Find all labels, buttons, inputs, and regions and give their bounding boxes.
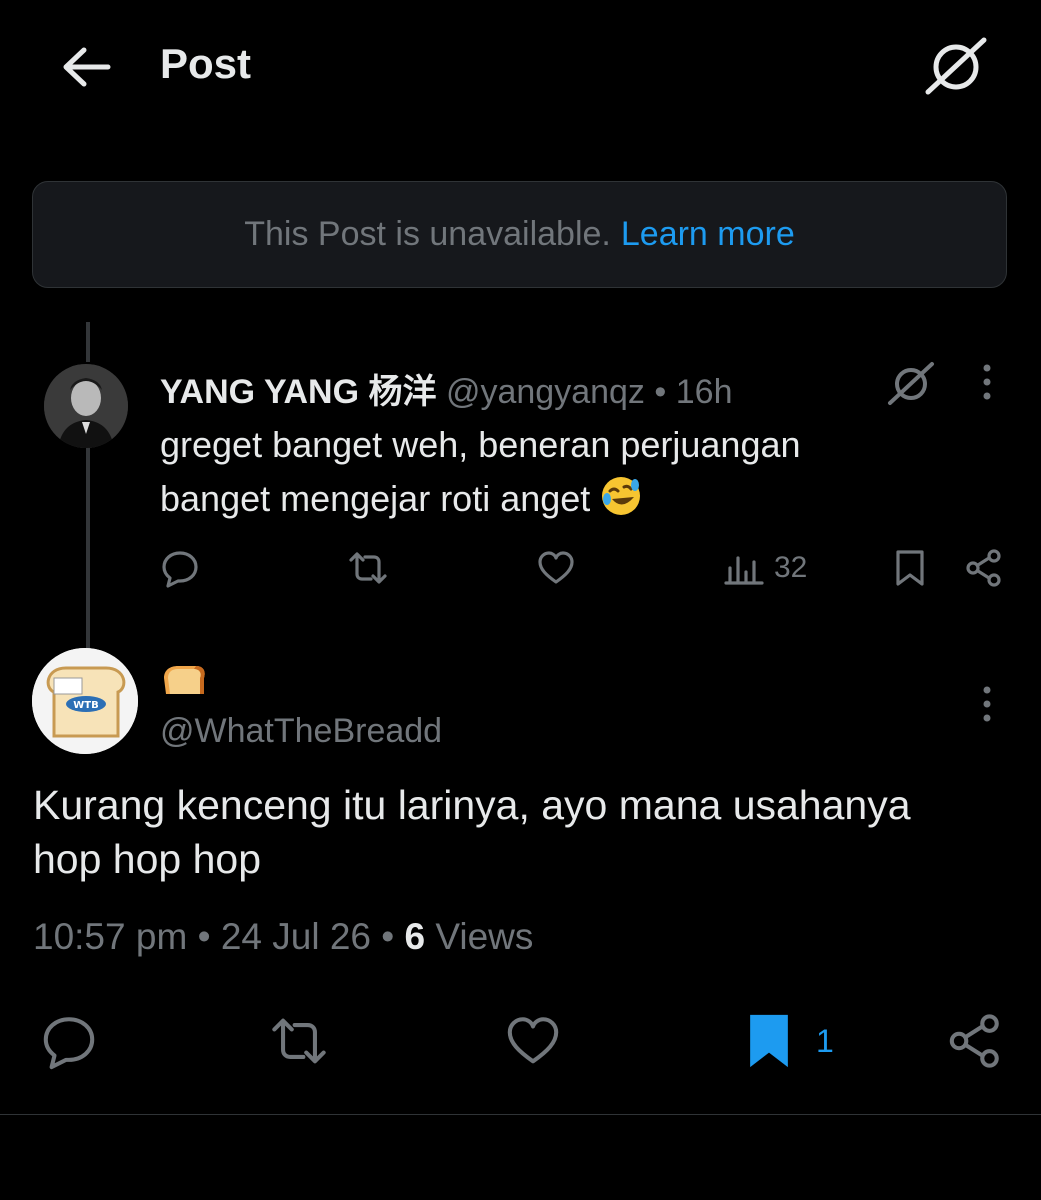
rolling-laughing-emoji — [602, 477, 641, 515]
reply-time[interactable]: 16h — [676, 373, 733, 411]
more-vertical-icon — [983, 686, 991, 722]
separator: • — [381, 916, 395, 957]
share-icon — [949, 1014, 999, 1068]
post-time[interactable]: 10:57 pm — [33, 916, 187, 957]
repost-button[interactable] — [270, 1012, 328, 1070]
bookmark-button[interactable] — [890, 548, 930, 588]
repost-icon — [349, 552, 387, 584]
page-title: Post — [160, 40, 252, 87]
repost-icon — [272, 1018, 326, 1064]
bookmark-filled-icon — [750, 1014, 788, 1068]
back-button[interactable] — [58, 42, 114, 92]
like-button[interactable] — [536, 548, 576, 588]
unavailable-notice: This Post is unavailable. Learn more — [32, 181, 1007, 288]
share-button[interactable] — [964, 548, 1004, 588]
post-text-line: hop hop hop — [33, 836, 262, 882]
avatar[interactable] — [44, 364, 128, 448]
display-name[interactable] — [160, 660, 208, 700]
reply-text: greget banget weh, beneran perjuangan ba… — [160, 418, 920, 526]
grok-button[interactable] — [886, 360, 936, 406]
avatar[interactable]: WTB — [32, 648, 138, 754]
bookmark-icon — [896, 550, 924, 586]
reply-button[interactable] — [160, 548, 200, 588]
post-meta: 10:57 pm • 24 Jul 26 • 6 Views — [33, 916, 533, 958]
avatar-photo — [44, 364, 128, 448]
grok-icon — [925, 37, 987, 95]
unavailable-text: This Post is unavailable. — [244, 215, 611, 253]
repost-button[interactable] — [348, 548, 388, 588]
bread-emoji-icon — [164, 666, 205, 694]
share-icon — [966, 549, 1001, 587]
post-text-line: Kurang kenceng itu larinya, ayo mana usa… — [33, 782, 911, 828]
thread-line — [86, 446, 90, 650]
views-count: 6 — [404, 916, 426, 957]
views-button[interactable]: 32 — [724, 548, 807, 588]
reply-button[interactable] — [40, 1012, 98, 1070]
separator: • — [654, 373, 667, 411]
more-options-button[interactable] — [972, 362, 1002, 402]
views-count: 32 — [774, 551, 808, 584]
author-name[interactable]: YANG YANG 杨洋 — [160, 373, 437, 411]
reply-body: greget banget weh, beneran perjuangan ba… — [160, 424, 801, 519]
share-button[interactable] — [946, 1012, 1004, 1070]
arrow-left-icon — [63, 47, 111, 87]
heart-icon — [507, 1017, 559, 1064]
bookmark-count: 1 — [816, 1022, 834, 1059]
author-handle[interactable]: @WhatTheBreadd — [160, 712, 442, 751]
more-vertical-icon — [983, 364, 991, 400]
grok-icon — [888, 362, 934, 405]
reply-header: YANG YANG 杨洋 @yangyanqz • 16h — [160, 364, 732, 413]
more-options-button[interactable] — [972, 684, 1002, 724]
heart-icon — [538, 551, 574, 584]
author-handle[interactable]: @yangyanqz — [446, 373, 645, 411]
divider — [0, 1114, 1041, 1115]
grok-button[interactable] — [922, 34, 990, 96]
analytics-icon — [724, 556, 764, 585]
comment-icon — [43, 1017, 95, 1070]
learn-more-link[interactable]: Learn more — [621, 215, 795, 254]
comment-icon — [162, 551, 198, 588]
bread-logo: WTB — [32, 648, 138, 754]
thread-line — [86, 322, 90, 362]
post-date[interactable]: 24 Jul 26 — [221, 916, 371, 957]
post-text: Kurang kenceng itu larinya, ayo mana usa… — [33, 778, 1013, 886]
like-button[interactable] — [504, 1012, 562, 1070]
views-label: Views — [435, 916, 534, 957]
avatar-logo-text: WTB — [73, 700, 98, 711]
bookmark-button[interactable]: 1 — [740, 1012, 834, 1070]
separator: • — [197, 916, 211, 957]
